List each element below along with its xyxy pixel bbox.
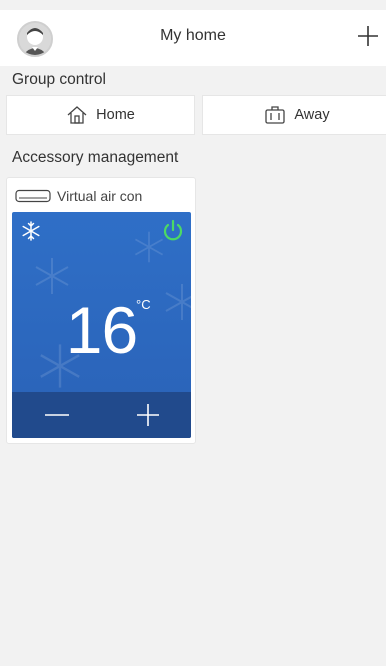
temperature-display: 16 <box>12 292 191 368</box>
temperature-value: 16 <box>65 293 138 367</box>
decrease-temperature-button[interactable] <box>42 402 72 428</box>
air-conditioner-icon <box>15 189 51 203</box>
home-mode-button[interactable]: Home <box>6 95 195 135</box>
ac-control-panel: 16 °C <box>12 212 191 438</box>
increase-temperature-button[interactable] <box>134 402 162 428</box>
home-icon <box>67 106 87 124</box>
suitcase-icon <box>265 106 286 124</box>
group-control-title: Group control <box>12 71 106 88</box>
app-root: My home Group control Home Away Accessor… <box>0 0 386 666</box>
background-snowflake-icon <box>35 258 69 294</box>
away-mode-button[interactable]: Away <box>202 95 386 135</box>
minus-icon <box>45 414 69 416</box>
page-title: My home <box>160 27 226 44</box>
power-icon[interactable] <box>161 219 185 243</box>
top-bar: My home <box>0 10 386 66</box>
temperature-controls <box>12 392 191 438</box>
home-mode-label: Home <box>96 107 135 123</box>
away-mode-label: Away <box>294 107 330 123</box>
accessory-header: Virtual air con <box>15 188 142 204</box>
accessory-management-title: Accessory management <box>12 149 179 166</box>
add-button[interactable] <box>354 22 382 50</box>
snowflake-icon[interactable] <box>21 221 41 241</box>
temperature-unit: °C <box>136 297 151 312</box>
plus-icon <box>137 404 159 426</box>
accessory-card[interactable]: Virtual air con 16 °C <box>6 177 196 444</box>
accessory-name: Virtual air con <box>57 188 143 204</box>
plus-icon <box>358 26 378 46</box>
